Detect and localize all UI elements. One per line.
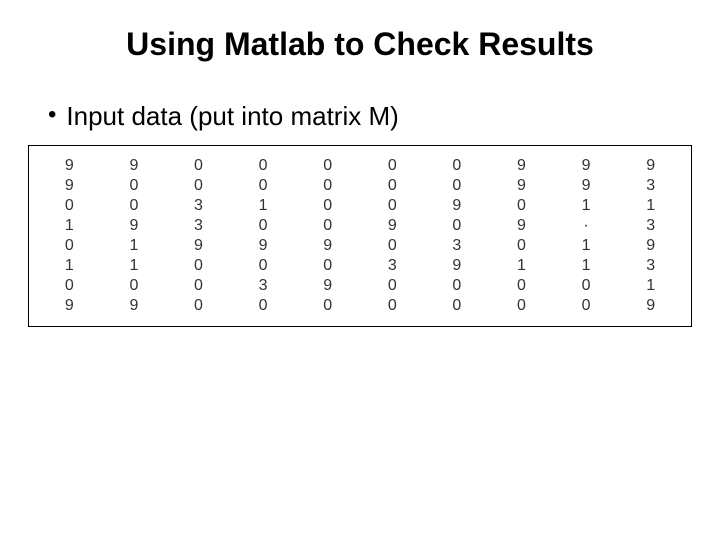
matrix-cell: 0 — [231, 256, 296, 276]
table-row: 19300909·3 — [37, 216, 683, 236]
matrix-cell: 0 — [166, 256, 231, 276]
matrix-cell: 1 — [554, 256, 619, 276]
matrix-cell: 3 — [425, 236, 490, 256]
matrix-cell: 0 — [425, 276, 490, 296]
matrix-cell: 0 — [425, 296, 490, 316]
matrix-cell: 9 — [618, 236, 683, 256]
matrix-cell: 0 — [425, 176, 490, 196]
matrix-cell: 0 — [166, 176, 231, 196]
matrix-cell: 9 — [360, 216, 425, 236]
matrix-cell: 0 — [37, 276, 102, 296]
matrix-cell: 0 — [295, 296, 360, 316]
matrix-cell: 9 — [489, 156, 554, 176]
matrix-cell: 1 — [489, 256, 554, 276]
matrix-cell: 0 — [554, 276, 619, 296]
matrix-cell: 0 — [166, 156, 231, 176]
matrix-cell: 9 — [295, 276, 360, 296]
slide: Using Matlab to Check Results • Input da… — [0, 0, 720, 540]
matrix-cell: 0 — [295, 156, 360, 176]
matrix-cell: 3 — [618, 256, 683, 276]
matrix-cell: 0 — [295, 196, 360, 216]
matrix-cell: 0 — [231, 156, 296, 176]
matrix-cell: 1 — [37, 216, 102, 236]
bullet-text: Input data (put into matrix M) — [66, 101, 398, 131]
matrix-cell: 9 — [618, 296, 683, 316]
matrix-cell: 0 — [231, 296, 296, 316]
matrix-cell: 9 — [295, 236, 360, 256]
matrix-cell: 0 — [295, 176, 360, 196]
matrix-box: 99000009999000000993003100901119300909·3… — [28, 145, 692, 327]
matrix-cell: 3 — [360, 256, 425, 276]
matrix-cell: 1 — [618, 276, 683, 296]
matrix-cell: 9 — [102, 296, 167, 316]
matrix-cell: 0 — [360, 176, 425, 196]
matrix-cell: 9 — [102, 156, 167, 176]
table-row: 9900000009 — [37, 296, 683, 316]
table-row: 0003900001 — [37, 276, 683, 296]
matrix-cell: 0 — [425, 216, 490, 236]
matrix-cell: 0 — [360, 196, 425, 216]
matrix-cell: 0 — [102, 176, 167, 196]
matrix-cell: 0 — [489, 196, 554, 216]
matrix-cell: 9 — [618, 156, 683, 176]
matrix-cell: 1 — [554, 196, 619, 216]
matrix-cell: · — [554, 216, 619, 236]
matrix-cell: 0 — [489, 276, 554, 296]
matrix-cell: 9 — [554, 156, 619, 176]
matrix-cell: 9 — [231, 236, 296, 256]
matrix-cell: 0 — [360, 156, 425, 176]
matrix-cell: 0 — [360, 276, 425, 296]
matrix-cell: 9 — [425, 196, 490, 216]
matrix-cell: 9 — [37, 156, 102, 176]
matrix-cell: 0 — [360, 236, 425, 256]
table-row: 9000000993 — [37, 176, 683, 196]
bullet-item: • Input data (put into matrix M) — [0, 101, 720, 131]
matrix-cell: 3 — [618, 216, 683, 236]
matrix-cell: 0 — [102, 276, 167, 296]
table-row: 1100039113 — [37, 256, 683, 276]
matrix-cell: 9 — [37, 176, 102, 196]
matrix-cell: 0 — [295, 256, 360, 276]
table-row: 9900000999 — [37, 156, 683, 176]
matrix-cell: 3 — [166, 196, 231, 216]
slide-title: Using Matlab to Check Results — [0, 0, 720, 83]
matrix-cell: 0 — [166, 296, 231, 316]
matrix-cell: 0 — [231, 176, 296, 196]
matrix-cell: 9 — [554, 176, 619, 196]
table-row: 0199903019 — [37, 236, 683, 256]
matrix-cell: 9 — [489, 216, 554, 236]
matrix-cell: 0 — [425, 156, 490, 176]
matrix-cell: 0 — [489, 236, 554, 256]
matrix-cell: 3 — [231, 276, 296, 296]
matrix-cell: 0 — [37, 236, 102, 256]
matrix-cell: 9 — [489, 176, 554, 196]
matrix-cell: 0 — [166, 276, 231, 296]
matrix-cell: 1 — [102, 236, 167, 256]
table-row: 0031009011 — [37, 196, 683, 216]
matrix-cell: 3 — [166, 216, 231, 236]
bullet-dot-icon: • — [48, 101, 56, 129]
matrix-table: 99000009999000000993003100901119300909·3… — [37, 156, 683, 316]
matrix-cell: 9 — [37, 296, 102, 316]
matrix-cell: 0 — [489, 296, 554, 316]
matrix-cell: 9 — [102, 216, 167, 236]
matrix-cell: 1 — [554, 236, 619, 256]
matrix-cell: 0 — [37, 196, 102, 216]
matrix-cell: 0 — [102, 196, 167, 216]
matrix-cell: 0 — [554, 296, 619, 316]
matrix-cell: 1 — [618, 196, 683, 216]
matrix-cell: 1 — [102, 256, 167, 276]
matrix-cell: 1 — [231, 196, 296, 216]
matrix-cell: 0 — [360, 296, 425, 316]
matrix-cell: 1 — [37, 256, 102, 276]
matrix-cell: 9 — [166, 236, 231, 256]
matrix-cell: 0 — [231, 216, 296, 236]
matrix-cell: 3 — [618, 176, 683, 196]
matrix-cell: 9 — [425, 256, 490, 276]
matrix-cell: 0 — [295, 216, 360, 236]
